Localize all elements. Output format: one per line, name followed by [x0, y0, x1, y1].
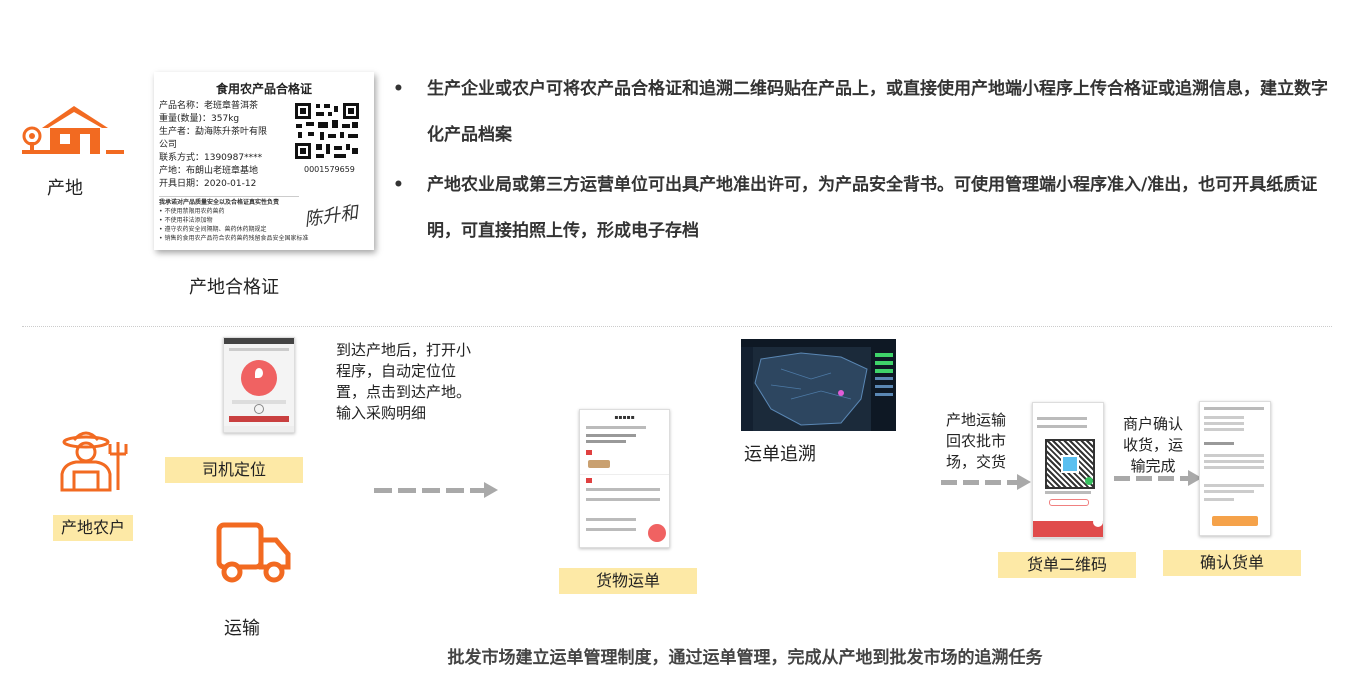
certificate-row: 公司: [159, 140, 178, 150]
certificate-note: 我承诺对产品质量安全以及合格证真实性负责: [159, 199, 280, 206]
certificate-note: • 销售的食用农产品符合农药兽药残留食品安全国家标准: [159, 235, 309, 242]
waybill-trace-map: [741, 339, 896, 431]
bullet-dot: •: [393, 79, 404, 99]
cargo-waybill-label: 货物运单: [559, 568, 697, 594]
certificate-row: 产地：布朗山老班章基地: [159, 166, 259, 176]
confirm-waybill-screenshot: [1199, 401, 1271, 536]
farmer-icon: [56, 430, 130, 492]
certificate-caption: 产地合格证: [189, 277, 279, 298]
flow-arrow: [374, 482, 498, 498]
truck-icon: [216, 522, 292, 584]
signature: 陈升和: [303, 202, 360, 231]
waybill-qr-label: 货单二维码: [998, 552, 1136, 578]
bullet-point: • 生产企业或农户可将农产品合格证和追溯二维码贴在产品上，或直接使用产地端小程序…: [393, 66, 1332, 158]
bullet-point: • 产地农业局或第三方运营单位可出具产地准出许可，为产品安全背书。可使用管理端小…: [393, 162, 1332, 254]
certificate-row: 生产者：勐海陈升茶叶有限: [159, 127, 268, 137]
step2-description: 产地运输回农批市场，交货: [946, 411, 1007, 471]
confirm-waybill-label: 确认货单: [1163, 550, 1301, 576]
waybill-trace-label: 运单追溯: [744, 444, 816, 465]
transport-label: 运输: [224, 618, 260, 639]
bullet-text: 产地农业局或第三方运营单位可出具产地准出许可，为产品安全背书。可使用管理端小程序…: [427, 175, 1318, 241]
certificate-row: 开具日期：2020-01-12: [159, 179, 257, 189]
section-divider: [22, 326, 1332, 327]
certificate-row: 产品名称：老班章普洱茶: [159, 101, 259, 111]
driver-location-screenshot: [223, 337, 295, 433]
origin-label: 产地: [47, 178, 83, 199]
waybill-qr-screenshot: [1032, 402, 1104, 538]
step1-description: 到达产地后，打开小程序，自动定位位置，点击到达产地。输入采购明细: [336, 341, 472, 422]
bullet-text: 生产企业或农户可将农产品合格证和追溯二维码贴在产品上，或直接使用产地端小程序上传…: [427, 79, 1328, 145]
certificate-title: 食用农产品合格证: [215, 82, 312, 96]
flow-arrow: [941, 474, 1031, 490]
footer-caption: 批发市场建立运单管理制度，通过运单管理，完成从产地到批发市场的追溯任务: [447, 648, 1043, 668]
arrow-head-icon: [1017, 474, 1031, 490]
arrow-head-icon: [484, 482, 498, 498]
product-certificate: 食用农产品合格证 产品名称：老班章普洱茶 重量(数量)：357kg 生产者：勐海…: [154, 72, 374, 250]
certificate-row: 联系方式：1390987****: [159, 153, 263, 163]
qr-code-icon: [294, 102, 360, 160]
flow-arrow: [1114, 470, 1202, 486]
certificate-notes: 我承诺对产品质量安全以及合格证真实性负责 • 不使用禁限用农药兽药 • 不使用非…: [159, 198, 308, 243]
certificate-note: • 不使用非法添加物: [159, 217, 213, 224]
certificate-note: • 遵守农药安全间隔期、兽药休药期规定: [159, 226, 267, 233]
certificate-rows: 产品名称：老班章普洱茶 重量(数量)：357kg 生产者：勐海陈升茶叶有限 公司…: [159, 100, 267, 191]
house-icon: [22, 104, 126, 156]
cargo-waybill-screenshot: ▪▪▪▪▪: [579, 409, 670, 548]
certificate-row: 重量(数量)：357kg: [159, 114, 240, 124]
certificate-note: • 不使用禁限用农药兽药: [159, 208, 225, 215]
step3-description: 商户确认收货，运输完成: [1122, 415, 1183, 475]
driver-location-label: 司机定位: [165, 457, 303, 483]
bullet-dot: •: [393, 175, 404, 195]
qr-number: 0001579659: [304, 165, 355, 174]
farmer-label: 产地农户: [53, 515, 133, 541]
